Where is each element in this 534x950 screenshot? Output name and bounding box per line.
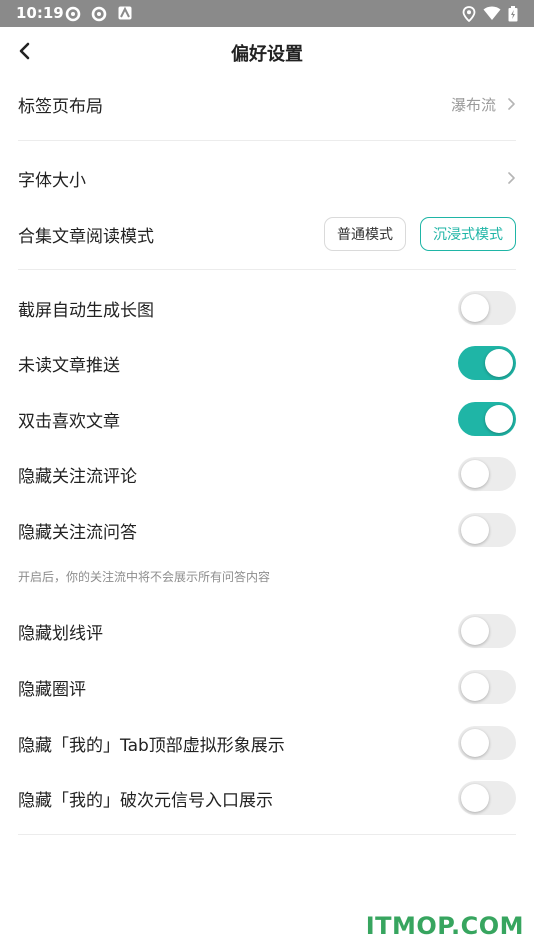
status-bar: 10:19 [0, 0, 534, 27]
sync-icon [65, 6, 81, 22]
battery-icon [508, 6, 518, 22]
toggle-knob [461, 617, 489, 645]
setting-label: 隐藏「我的」破次元信号入口展示 [18, 790, 273, 811]
setting-label: 截屏自动生成长图 [18, 300, 154, 321]
setting-unread-push: 未读文章推送 [18, 343, 516, 383]
toggle-knob [485, 405, 513, 433]
section-divider [18, 269, 516, 270]
chevron-right-icon [508, 172, 515, 184]
toggle-switch[interactable] [458, 670, 516, 704]
notification-icon [118, 6, 132, 20]
toggle-knob [485, 349, 513, 377]
setting-hide-avatar-display: 隐藏「我的」Tab顶部虚拟形象展示 [18, 723, 516, 763]
sync-icon [91, 6, 107, 22]
setting-hide-circle-comments: 隐藏圈评 [18, 667, 516, 707]
section-divider [18, 140, 516, 141]
setting-label: 双击喜欢文章 [18, 411, 120, 432]
setting-hide-feed-qa: 隐藏关注流问答 [18, 510, 516, 550]
toggle-switch[interactable] [458, 402, 516, 436]
toggle-switch[interactable] [458, 513, 516, 547]
page-header: 偏好设置 [0, 27, 534, 77]
page-title: 偏好设置 [231, 44, 303, 65]
setting-hide-signal-entry: 隐藏「我的」破次元信号入口展示 [18, 778, 516, 818]
setting-long-screenshot: 截屏自动生成长图 [18, 288, 516, 328]
toggle-knob [461, 729, 489, 757]
chevron-right-icon [508, 98, 515, 110]
toggle-switch[interactable] [458, 457, 516, 491]
setting-tab-layout[interactable]: 标签页布局 瀑布流 [18, 84, 516, 124]
setting-label: 合集文章阅读模式 [18, 226, 154, 247]
setting-value: 瀑布流 [450, 95, 496, 114]
toggle-knob [461, 294, 489, 322]
toggle-switch[interactable] [458, 781, 516, 815]
toggle-knob [461, 673, 489, 701]
setting-label: 隐藏划线评 [18, 623, 103, 644]
toggle-knob [461, 460, 489, 488]
setting-label: 隐藏圈评 [18, 679, 86, 700]
toggle-switch[interactable] [458, 346, 516, 380]
setting-label: 未读文章推送 [18, 355, 120, 376]
setting-reading-mode: 合集文章阅读模式 普通模式 沉浸式模式 [18, 214, 516, 254]
setting-hide-feed-comments: 隐藏关注流评论 [18, 454, 516, 494]
setting-label: 字体大小 [18, 170, 86, 191]
setting-label: 隐藏「我的」Tab顶部虚拟形象展示 [18, 735, 285, 756]
setting-double-tap-like: 双击喜欢文章 [18, 399, 516, 439]
qa-hint-text: 开启后，你的关注流中将不会展示所有问答内容 [18, 570, 271, 584]
toggle-switch[interactable] [458, 726, 516, 760]
reading-mode-options: 普通模式 沉浸式模式 [324, 217, 516, 251]
section-divider [18, 834, 516, 835]
toggle-switch[interactable] [458, 614, 516, 648]
setting-font-size[interactable]: 字体大小 [18, 158, 516, 198]
toggle-knob [461, 516, 489, 544]
setting-label: 隐藏关注流问答 [18, 522, 137, 543]
normal-mode-button[interactable]: 普通模式 [324, 217, 406, 251]
setting-label: 隐藏关注流评论 [18, 466, 137, 487]
location-icon [462, 6, 476, 22]
setting-hide-underline-comments: 隐藏划线评 [18, 611, 516, 651]
status-time: 10:19 [16, 4, 64, 22]
toggle-switch[interactable] [458, 291, 516, 325]
setting-label: 标签页布局 [18, 96, 103, 117]
wifi-icon [483, 6, 501, 20]
immersive-mode-button[interactable]: 沉浸式模式 [420, 217, 516, 251]
watermark-text: ITMOP.COM [365, 912, 524, 940]
toggle-knob [461, 784, 489, 812]
